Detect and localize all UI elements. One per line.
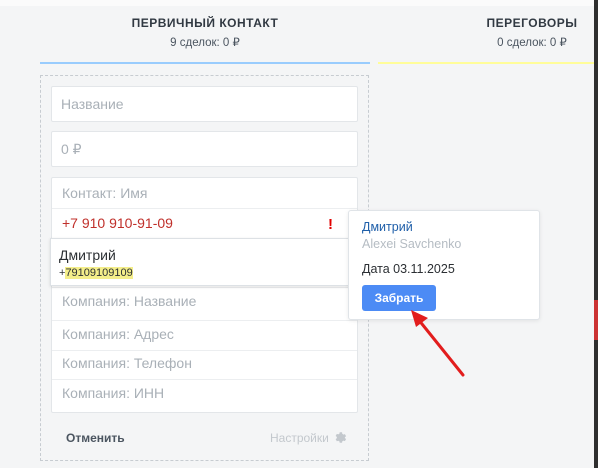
red-arrow-annotation [411, 310, 465, 377]
